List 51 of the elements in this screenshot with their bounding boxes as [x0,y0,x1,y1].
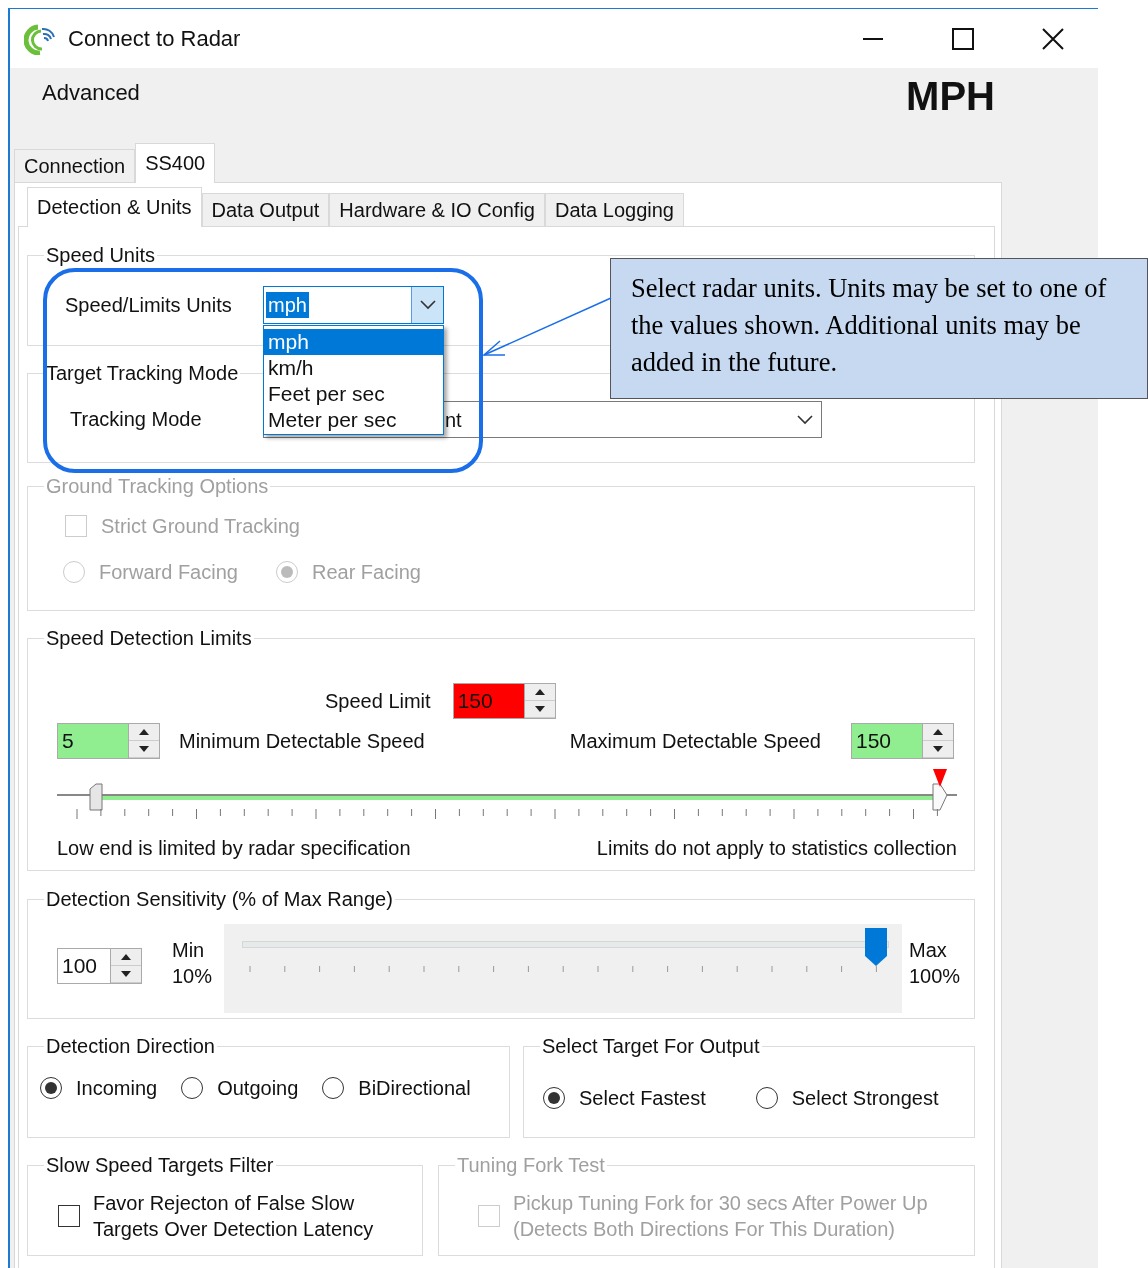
chevron-down-icon [419,300,436,310]
dropdown-option[interactable]: km/h [264,355,443,381]
dropdown-button[interactable] [411,287,443,323]
group-title: Select Target For Output [541,1035,761,1057]
minimize-icon [862,36,884,41]
radio-button[interactable]: Select Strongest [755,1086,939,1110]
group-title: Ground Tracking Options [45,475,270,497]
hint-text: Low end is limited by radar specification [57,837,411,860]
field-label: Tracking Mode [70,408,203,431]
tab[interactable]: SS400 [135,143,216,183]
field-label: Speed/Limits Units [65,293,233,317]
group-title: Speed Units [45,244,156,266]
checkbox[interactable]: Favor Rejecton of False Slow Targets Over Detection Latency [58,1190,403,1242]
group-title: Target Tracking Mode [45,362,240,384]
tab[interactable]: Data Logging [545,193,684,226]
units-label: MPH [906,74,995,119]
group-title: Tuning Fork Test [456,1154,606,1176]
chevron-down-icon [797,414,813,425]
group-title: Detection Direction [45,1035,216,1057]
radio-button[interactable]: Select Fastest [543,1086,706,1110]
radio-button[interactable]: Incoming [40,1076,158,1100]
tab[interactable]: Connection [14,149,136,182]
tab[interactable]: Hardware & IO Config [329,193,545,226]
tab[interactable]: Data Output [201,193,330,226]
selected-value: mph [266,292,309,318]
dropdown-option[interactable]: Meter per sec [264,407,443,433]
field-label: Minimum Detectable Speed [179,729,425,753]
app-logo-icon [24,22,56,55]
slider-thumb[interactable] [865,928,887,966]
scale-label: Min [172,938,206,963]
callout: Select radar units. Units may be set to one of the values shown. Additional units may be added in the future. [610,258,1148,399]
radio-button[interactable]: BiDirectional [322,1076,471,1100]
scale-label: 100% [909,964,961,989]
close-icon [1042,27,1064,50]
group-title: Speed Detection Limits [45,627,253,649]
units-dropdown[interactable]: mph [263,286,444,324]
field-label: Speed Limit [325,689,431,713]
radio-button[interactable]: Outgoing [181,1076,299,1100]
group-title: Slow Speed Targets Filter [45,1154,275,1176]
scale-label: 10% [172,964,214,989]
slider-thumb[interactable] [932,783,948,811]
group-title: Detection Sensitivity (% of Max Range) [45,888,394,910]
maximize-icon [952,27,974,50]
window-title: Connect to Radar [68,25,241,52]
menu-item[interactable]: Advanced [40,78,142,108]
field-label: Maximum Detectable Speed [569,729,821,753]
hint-text: Limits do not apply to statistics collection [596,837,957,860]
tab[interactable]: Detection & Units [27,187,202,227]
dropdown-option[interactable]: mph [264,329,443,355]
slider-thumb[interactable] [88,783,103,811]
scale-label: Max [909,938,948,963]
